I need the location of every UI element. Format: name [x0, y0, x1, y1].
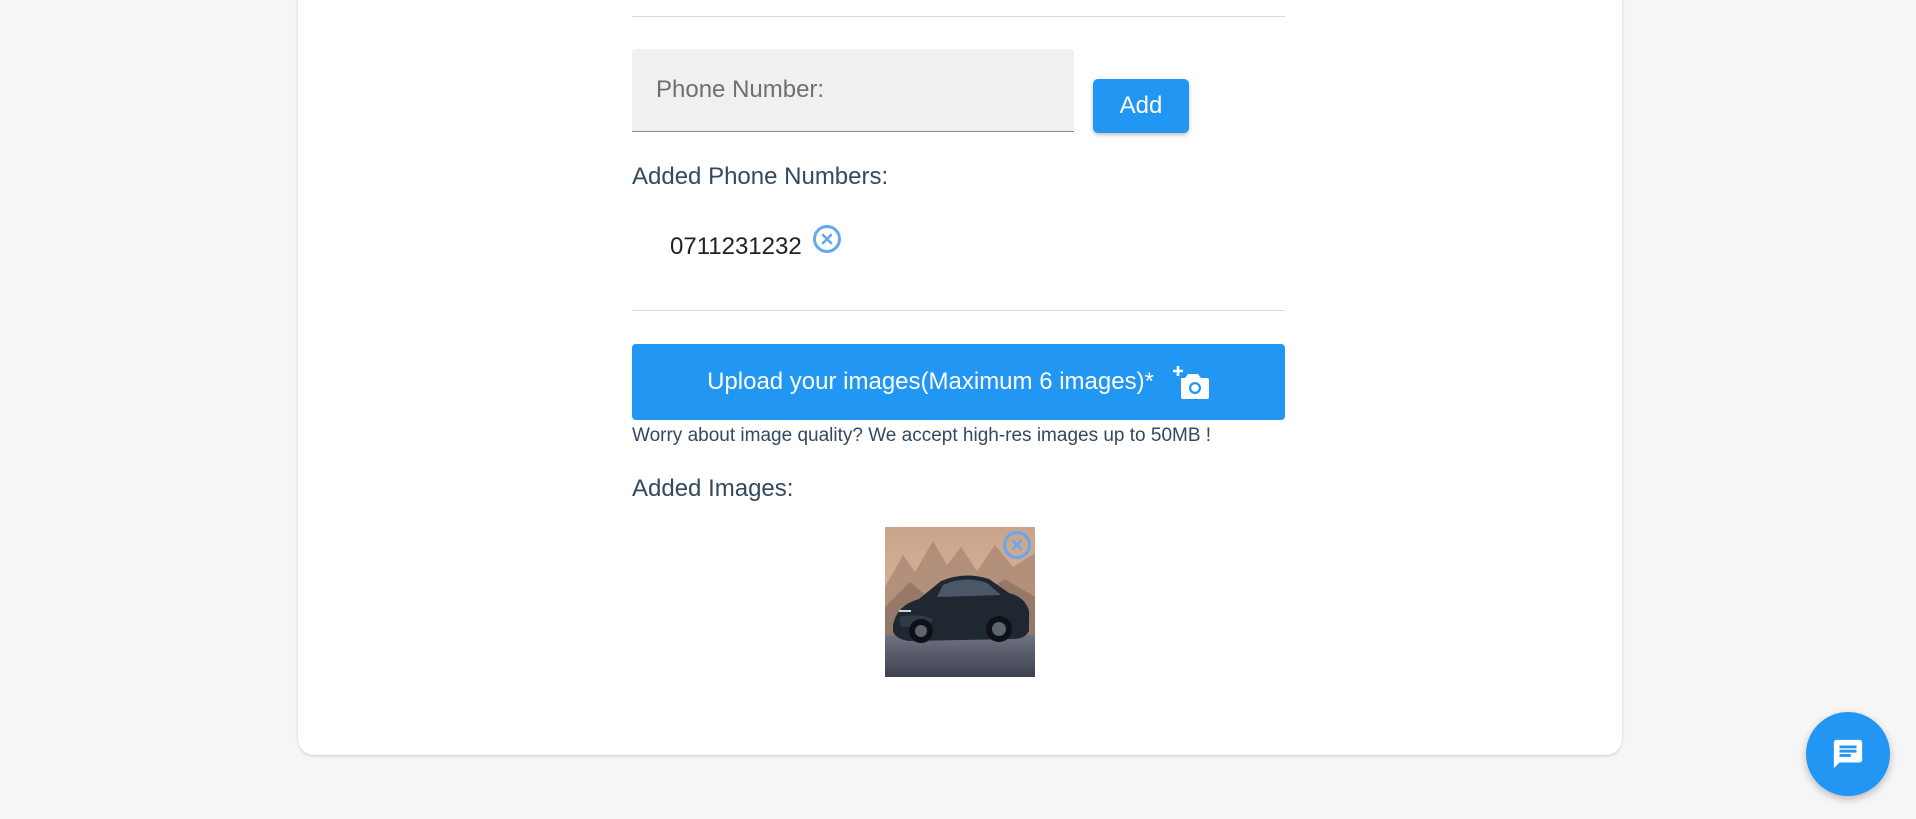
- phone-number-item: 0711231232: [670, 233, 802, 260]
- upload-images-label: Upload your images(Maximum 6 images)*: [707, 368, 1154, 395]
- divider: [632, 310, 1285, 311]
- phone-number-input[interactable]: [632, 49, 1074, 131]
- remove-image-icon[interactable]: [1003, 531, 1031, 559]
- add-phone-button[interactable]: Add: [1093, 79, 1189, 133]
- page: Add Added Phone Numbers: 0711231232 Uplo…: [0, 0, 1916, 819]
- added-images-label: Added Images:: [632, 475, 794, 502]
- phone-number-field[interactable]: [632, 49, 1074, 132]
- close-icon: [821, 233, 833, 245]
- divider: [632, 16, 1285, 17]
- chat-icon: [1833, 739, 1863, 769]
- image-quality-hint: Worry about image quality? We accept hig…: [632, 425, 1212, 446]
- chat-button[interactable]: [1806, 712, 1890, 796]
- added-phone-numbers-label: Added Phone Numbers:: [632, 163, 889, 190]
- add-a-photo-icon: [1172, 366, 1209, 399]
- upload-images-button[interactable]: Upload your images(Maximum 6 images)*: [632, 344, 1285, 420]
- close-icon: [1011, 539, 1023, 551]
- remove-phone-icon[interactable]: [813, 225, 841, 253]
